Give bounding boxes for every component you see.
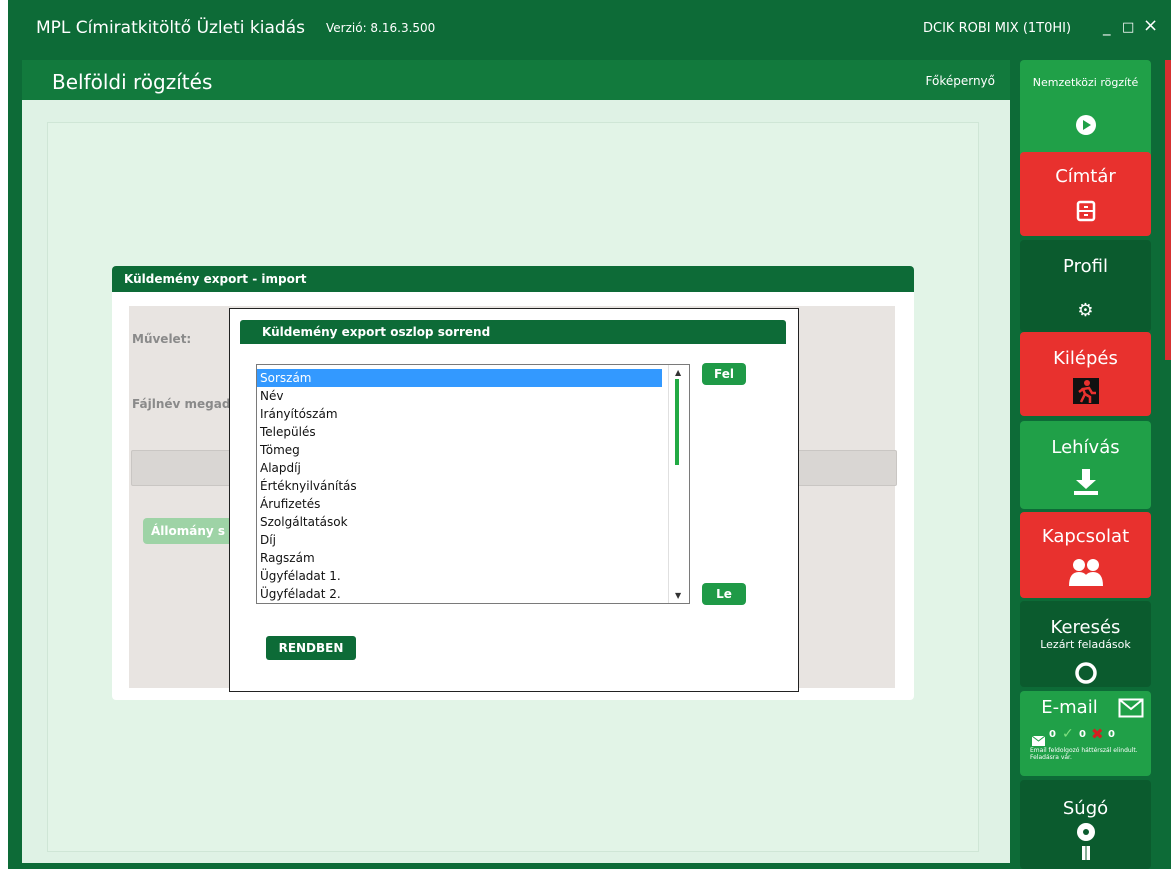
scroll-down-arrow-icon[interactable]: ▼ — [675, 591, 681, 600]
content-header: Belföldi rögzítés Főképernyő — [22, 60, 1010, 100]
minimize-button[interactable]: _ — [1103, 18, 1111, 36]
edge-strip — [1165, 60, 1171, 360]
list-item[interactable]: Ügyféladat 1. — [257, 567, 662, 585]
ok-check-icon: ✓ — [1062, 726, 1074, 742]
tile-search[interactable]: Keresés Lezárt feladások — [1020, 601, 1151, 687]
search-sublabel: Lezárt feladások — [1040, 638, 1131, 651]
file-select-button[interactable]: Állomány s — [143, 518, 239, 544]
app-title: MPL Címiratkitöltő Üzleti kiadás — [36, 18, 305, 38]
list-item[interactable]: Név — [257, 387, 662, 405]
dialog-title: Küldemény export - import — [124, 272, 307, 286]
directory-label: Címtár — [1055, 166, 1116, 187]
list-scrollbar[interactable]: ▲ ▼ — [668, 365, 689, 603]
list-item[interactable]: Alapdíj — [257, 459, 662, 477]
info-icon — [1020, 822, 1151, 867]
home-link[interactable]: Főképernyő — [926, 74, 996, 88]
list-item[interactable]: Értéknyilvánítás — [257, 477, 662, 495]
list-item[interactable]: Sorszám — [257, 369, 662, 387]
scroll-up-arrow-icon[interactable]: ▲ — [675, 368, 681, 377]
tile-help[interactable]: Súgó — [1020, 780, 1151, 869]
error-x-icon: ✖ — [1091, 725, 1104, 743]
email-status-note: Email feldolgozó háttérszál elindult. Fe… — [1030, 747, 1138, 761]
search-icon — [1020, 661, 1151, 687]
download-icon — [1020, 467, 1151, 502]
column-listbox[interactable]: Sorszám Név Irányítószám Település Tömeg Alap… — [256, 364, 690, 604]
gear-icon: ⚙ — [1077, 300, 1094, 321]
close-button[interactable]: × — [1143, 15, 1158, 36]
tile-logout[interactable]: Kilépés — [1020, 332, 1151, 416]
app-version: Verzió: 8.16.3.500 — [326, 21, 436, 35]
list-item[interactable]: Irányítószám — [257, 405, 662, 423]
ok-count: 0 — [1079, 729, 1086, 740]
play-circle-icon — [1020, 114, 1151, 141]
error-count: 0 — [1108, 729, 1115, 740]
title-bar: MPL Címiratkitöltő Üzleti kiadás Verzió:… — [8, 0, 1171, 58]
tile-fetch[interactable]: Lehívás — [1020, 421, 1151, 509]
contact-label: Kapcsolat — [1041, 526, 1130, 547]
move-down-button[interactable]: Le — [702, 583, 746, 605]
mail-count: 0 — [1049, 729, 1056, 740]
list-item[interactable]: Tömeg — [257, 441, 662, 459]
international-label: Nemzetközi rögzíté — [1032, 76, 1139, 89]
column-order-dialog: Küldemény export oszlop sorrend Sorszám N… — [229, 308, 799, 692]
order-dialog-title: Küldemény export oszlop sorrend — [262, 325, 491, 339]
move-up-button[interactable]: Fel — [702, 363, 746, 385]
scroll-thumb[interactable] — [675, 379, 679, 465]
fetch-label: Lehívás — [1051, 437, 1120, 458]
page-title: Belföldi rögzítés — [52, 70, 213, 94]
operation-label: Művelet: — [132, 332, 192, 346]
list-item[interactable]: Ügyféladat 2. — [257, 585, 662, 603]
profile-label: Profil — [1063, 256, 1108, 277]
list-item[interactable]: Árufizetés — [257, 495, 662, 513]
tile-directory[interactable]: Címtár — [1020, 152, 1151, 236]
ok-button[interactable]: RENDBEN — [266, 636, 356, 660]
maximize-button[interactable]: □ — [1122, 20, 1134, 35]
list-item[interactable]: Település — [257, 423, 662, 441]
people-icon — [1020, 556, 1151, 591]
tile-contact[interactable]: Kapcsolat — [1020, 512, 1151, 598]
cabinet-icon — [1020, 200, 1151, 227]
tile-email[interactable]: E-mail 0 ✓ 0 ✖ 0 Email feldolgozó háttér… — [1020, 691, 1151, 776]
logout-label: Kilépés — [1053, 348, 1118, 369]
filename-label: Fájlnév megadá — [132, 397, 239, 411]
list-item[interactable]: Díj — [257, 531, 662, 549]
column-list: Sorszám Név Irányítószám Település Tömeg Alap… — [257, 369, 689, 603]
search-label: Keresés — [1050, 617, 1121, 638]
help-label: Súgó — [1062, 798, 1109, 819]
user-label: DCIK ROBI MIX (1T0HI) — [923, 21, 1072, 36]
tile-profile[interactable]: Profil ⚙ — [1020, 240, 1151, 332]
envelope-icon — [1118, 698, 1144, 722]
list-item[interactable]: Ragszám — [257, 549, 662, 567]
order-dialog-header: Küldemény export oszlop sorrend — [240, 320, 786, 344]
list-item[interactable]: Szolgáltatások — [257, 513, 662, 531]
dialog-header: Küldemény export - import — [112, 266, 914, 292]
exit-icon — [1020, 376, 1151, 411]
